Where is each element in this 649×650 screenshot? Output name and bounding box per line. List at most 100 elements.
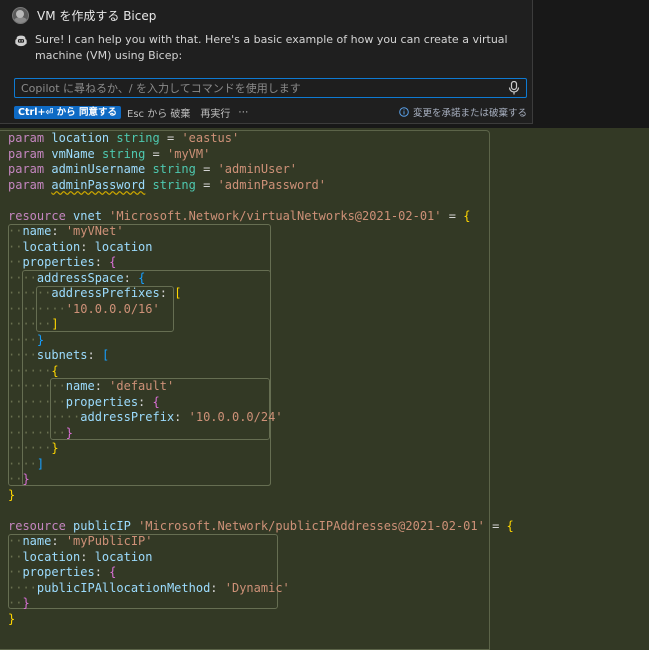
chat-actions-row: Ctrl+⏎ から 同意する Esc から 破棄 再実行 ⋯ 変更を承諾または破…: [14, 105, 527, 120]
code-token: ····: [8, 348, 37, 362]
code-line[interactable]: param vmName string = 'myVM': [8, 147, 514, 163]
code-token: ····: [8, 456, 37, 471]
copilot-chat-panel: VM を作成する Bicep Sure! I can help you with…: [0, 0, 533, 124]
microphone-icon[interactable]: [508, 81, 520, 95]
code-token: :: [87, 348, 102, 362]
code-token: ··: [8, 565, 23, 579]
code-line[interactable]: ··}: [8, 472, 514, 488]
code-token: :: [138, 394, 153, 409]
code-line[interactable]: resource publicIP 'Microsoft.Network/pub…: [8, 519, 514, 535]
code-token: ··········: [8, 410, 81, 424]
code-token: ··: [8, 534, 23, 548]
code-token: 'adminPassword': [217, 177, 326, 192]
code-token: ····: [8, 580, 37, 595]
code-line[interactable]: ······}: [8, 441, 514, 457]
code-line[interactable]: ··name: 'myVNet': [8, 224, 514, 240]
rerun-button[interactable]: 再実行: [200, 105, 230, 120]
code-line[interactable]: ··properties: {: [8, 255, 514, 271]
panel-background: [533, 0, 649, 128]
code-token: string: [101, 146, 146, 161]
code-token: :: [94, 379, 110, 393]
code-line[interactable]: resource vnet 'Microsoft.Network/virtual…: [8, 209, 514, 225]
code-token: {: [51, 363, 59, 378]
code-line[interactable]: ····}: [8, 333, 514, 349]
code-token: publicIP: [73, 518, 131, 533]
code-token: 'adminUser': [217, 162, 298, 176]
code-token: }: [22, 596, 30, 610]
info-icon: [399, 107, 409, 117]
code-line[interactable]: ········'10.0.0.0/16': [8, 302, 514, 318]
bicep-code[interactable]: param location string = 'eastus' param vm…: [8, 131, 514, 627]
code-line[interactable]: ··name: 'myPublicIP': [8, 534, 514, 550]
copilot-icon: [15, 35, 27, 47]
code-token: ··: [8, 255, 23, 269]
code-token: }: [8, 611, 16, 626]
code-editor[interactable]: param location string = 'eastus' param vm…: [0, 128, 649, 650]
code-token: :: [94, 565, 110, 579]
code-line[interactable]: param location string = 'eastus': [8, 131, 514, 147]
copilot-message: Sure! I can help you with that. Here's a…: [14, 32, 514, 64]
code-token: resource: [8, 208, 66, 223]
code-line[interactable]: ····publicIPAllocationMethod: 'Dynamic': [8, 581, 514, 597]
code-token: :: [80, 549, 95, 564]
code-token: 'myVNet': [65, 224, 124, 238]
code-line[interactable]: }: [8, 488, 514, 504]
code-line[interactable]: ····]: [8, 457, 514, 473]
code-token: ········: [8, 301, 66, 316]
code-token: {: [109, 255, 117, 269]
code-token: 'Microsoft.Network/virtualNetworks@2021-…: [109, 208, 442, 223]
accept-button[interactable]: Ctrl+⏎ から 同意する: [14, 105, 121, 119]
code-token: location: [22, 549, 81, 564]
code-token: :: [159, 286, 175, 300]
code-token: }: [51, 441, 59, 455]
code-token: location: [94, 239, 153, 254]
code-token: name: [65, 379, 95, 393]
copilot-input[interactable]: [15, 78, 508, 98]
code-token: =: [195, 177, 218, 192]
code-line[interactable]: ······{: [8, 364, 514, 380]
code-line[interactable]: ······]: [8, 317, 514, 333]
code-token: name: [22, 534, 52, 548]
code-token: location: [22, 239, 81, 254]
code-token: ······: [8, 317, 52, 331]
code-token: {: [138, 270, 146, 285]
code-line[interactable]: ··········addressPrefix: '10.0.0.0/24': [8, 410, 514, 426]
code-line[interactable]: ········}: [8, 426, 514, 442]
code-token: ··: [8, 472, 23, 486]
code-line[interactable]: ··}: [8, 596, 514, 612]
code-token: ······: [8, 441, 52, 455]
code-token: ······: [8, 286, 52, 300]
code-line[interactable]: param adminUsername string = 'adminUser': [8, 162, 514, 178]
code-token: vnet: [73, 208, 102, 223]
code-line[interactable]: [8, 193, 514, 209]
code-token: :: [174, 410, 189, 424]
code-line[interactable]: param adminPassword string = 'adminPassw…: [8, 178, 514, 194]
code-line[interactable]: }: [8, 612, 514, 628]
code-line[interactable]: ········properties: {: [8, 395, 514, 411]
code-token: param: [8, 162, 45, 176]
code-line[interactable]: [8, 503, 514, 519]
code-token: adminUsername: [51, 162, 146, 176]
code-token: param: [8, 177, 45, 192]
code-line[interactable]: ········name: 'default': [8, 379, 514, 395]
code-token: :: [210, 580, 225, 595]
code-token: resource: [8, 518, 66, 533]
code-line[interactable]: ··location: location: [8, 240, 514, 256]
code-token: 'Dynamic': [224, 580, 290, 595]
discard-button[interactable]: Esc から 破棄: [127, 105, 190, 120]
more-actions-button[interactable]: ⋯: [238, 107, 249, 118]
code-line[interactable]: ··properties: {: [8, 565, 514, 581]
code-token: string: [116, 131, 160, 145]
code-line[interactable]: ··location: location: [8, 550, 514, 566]
code-token: 'myVM': [167, 146, 211, 161]
code-token: adminPassword: [51, 177, 146, 192]
code-line[interactable]: ······addressPrefixes: [: [8, 286, 514, 302]
code-line[interactable]: ····addressSpace: {: [8, 271, 514, 287]
code-token: =: [195, 162, 218, 176]
copilot-input-box[interactable]: [14, 78, 527, 98]
code-line[interactable]: ····subnets: [: [8, 348, 514, 364]
code-token: }: [36, 332, 45, 347]
